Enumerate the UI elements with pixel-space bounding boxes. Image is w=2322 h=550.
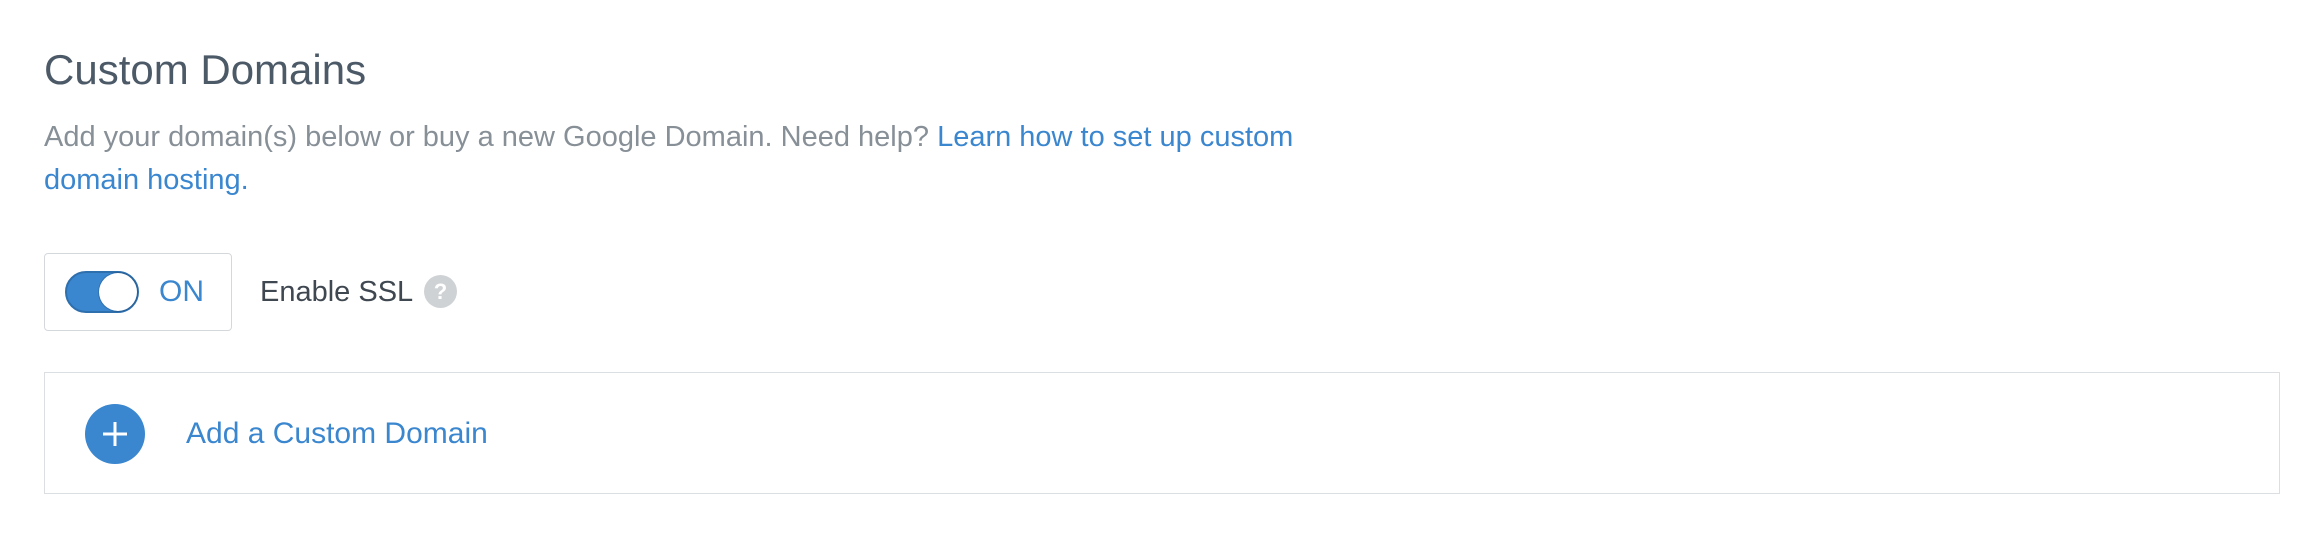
section-description: Add your domain(s) below or buy a new Go… xyxy=(44,116,1374,202)
help-icon[interactable]: ? xyxy=(424,275,457,308)
toggle-switch-track[interactable] xyxy=(65,271,139,313)
add-custom-domain-label: Add a Custom Domain xyxy=(186,417,488,450)
toggle-switch-knob xyxy=(99,273,137,311)
plus-circle-icon xyxy=(85,404,145,464)
ssl-toggle[interactable]: ON xyxy=(44,253,232,331)
enable-ssl-label: Enable SSL xyxy=(260,276,414,308)
add-custom-domain-button[interactable]: Add a Custom Domain xyxy=(44,372,2280,494)
description-text: Add your domain(s) below or buy a new Go… xyxy=(44,121,938,153)
toggle-state-label: ON xyxy=(159,275,204,308)
section-title: Custom Domains xyxy=(44,46,367,93)
